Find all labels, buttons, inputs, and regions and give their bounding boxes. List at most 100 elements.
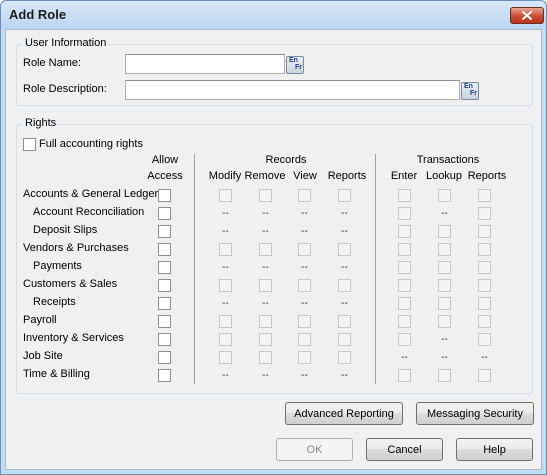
view-checkbox[interactable] — [298, 189, 311, 202]
remove-checkbox[interactable] — [259, 315, 272, 328]
transactions-reports-checkbox[interactable] — [478, 369, 491, 382]
modify-checkbox[interactable] — [219, 315, 232, 328]
lookup-checkbox[interactable] — [438, 315, 451, 328]
column-separator-transactions — [375, 154, 376, 384]
modify-checkbox[interactable] — [219, 189, 232, 202]
transactions-reports-checkbox[interactable] — [478, 243, 491, 256]
transactions-reports-checkbox[interactable] — [478, 225, 491, 238]
allow-access-checkbox[interactable] — [158, 297, 171, 310]
remove-checkbox[interactable] — [259, 189, 272, 202]
modify-checkbox[interactable] — [219, 243, 232, 256]
user-information-legend: User Information — [23, 37, 109, 49]
enter-checkbox[interactable] — [398, 189, 411, 202]
column-separator-records — [194, 154, 195, 384]
transactions-reports-checkbox[interactable] — [478, 315, 491, 328]
enter-checkbox[interactable] — [398, 225, 411, 238]
view-checkbox[interactable] — [298, 333, 311, 346]
remove-checkbox[interactable] — [259, 279, 272, 292]
lang-fr-text: Fr — [470, 90, 477, 97]
role-description-language-button[interactable]: En Fr — [461, 82, 479, 100]
lookup-checkbox[interactable] — [438, 369, 451, 382]
rights-row-label: Inventory & Services — [23, 332, 124, 344]
advanced-reporting-button[interactable]: Advanced Reporting — [285, 402, 403, 425]
modify-not-applicable: -- — [222, 226, 229, 237]
title-bar[interactable]: Add Role — [1, 1, 546, 29]
modify-not-applicable: -- — [222, 208, 229, 219]
modify-checkbox[interactable] — [219, 279, 232, 292]
view-not-applicable: -- — [301, 262, 308, 273]
view-not-applicable: -- — [301, 298, 308, 309]
view-checkbox[interactable] — [298, 315, 311, 328]
transactions-reports-checkbox[interactable] — [478, 189, 491, 202]
lookup-checkbox[interactable] — [438, 189, 451, 202]
modify-checkbox[interactable] — [219, 333, 232, 346]
rights-row-label: Deposit Slips — [33, 224, 98, 236]
lookup-checkbox[interactable] — [438, 297, 451, 310]
role-description-input[interactable] — [125, 80, 460, 100]
rights-row-label: Time & Billing — [23, 368, 90, 380]
cancel-button[interactable]: Cancel — [366, 438, 443, 461]
transactions-reports-checkbox[interactable] — [478, 333, 491, 346]
lang-fr-text: Fr — [295, 64, 302, 71]
modify-header: Modify — [208, 170, 242, 182]
role-name-input[interactable] — [125, 54, 285, 74]
records-reports-checkbox[interactable] — [338, 243, 351, 256]
help-button[interactable]: Help — [456, 438, 533, 461]
transactions-header: Transactions — [416, 154, 480, 166]
records-reports-checkbox[interactable] — [338, 351, 351, 364]
allow-access-checkbox[interactable] — [158, 225, 171, 238]
view-not-applicable: -- — [301, 370, 308, 381]
lookup-checkbox[interactable] — [438, 279, 451, 292]
enter-checkbox[interactable] — [398, 207, 411, 220]
view-checkbox[interactable] — [298, 243, 311, 256]
allow-access-checkbox[interactable] — [158, 333, 171, 346]
transactions-reports-checkbox[interactable] — [478, 297, 491, 310]
enter-checkbox[interactable] — [398, 297, 411, 310]
full-accounting-rights-checkbox[interactable] — [23, 138, 36, 151]
records-reports-checkbox[interactable] — [338, 315, 351, 328]
allow-access-checkbox[interactable] — [158, 189, 171, 202]
allow-access-checkbox[interactable] — [158, 261, 171, 274]
enter-checkbox[interactable] — [398, 243, 411, 256]
enter-checkbox[interactable] — [398, 369, 411, 382]
enter-checkbox[interactable] — [398, 279, 411, 292]
lookup-checkbox[interactable] — [438, 225, 451, 238]
allow-access-checkbox[interactable] — [158, 315, 171, 328]
remove-checkbox[interactable] — [259, 333, 272, 346]
full-accounting-rights-label: Full accounting rights — [39, 138, 143, 150]
remove-not-applicable: -- — [262, 208, 269, 219]
allow-access-checkbox[interactable] — [158, 279, 171, 292]
view-not-applicable: -- — [301, 208, 308, 219]
records-reports-checkbox[interactable] — [338, 333, 351, 346]
allow-access-checkbox[interactable] — [158, 207, 171, 220]
allow-access-checkbox[interactable] — [158, 351, 171, 364]
transactions-reports-checkbox[interactable] — [478, 207, 491, 220]
remove-checkbox[interactable] — [259, 351, 272, 364]
add-role-dialog: Add Role User Information Role Name: En … — [0, 0, 547, 475]
messaging-security-button[interactable]: Messaging Security — [416, 402, 534, 425]
role-name-label: Role Name: — [23, 57, 82, 69]
modify-not-applicable: -- — [222, 262, 229, 273]
enter-checkbox[interactable] — [398, 333, 411, 346]
view-checkbox[interactable] — [298, 351, 311, 364]
allow-access-checkbox[interactable] — [158, 243, 171, 256]
enter-checkbox[interactable] — [398, 315, 411, 328]
rights-row-label: Job Site — [23, 350, 63, 362]
enter-checkbox[interactable] — [398, 261, 411, 274]
rights-row-label: Accounts & General Ledger — [23, 188, 159, 200]
role-name-language-button[interactable]: En Fr — [286, 56, 304, 74]
records-reports-not-applicable: -- — [341, 298, 348, 309]
view-checkbox[interactable] — [298, 279, 311, 292]
records-reports-checkbox[interactable] — [338, 189, 351, 202]
transactions-reports-checkbox[interactable] — [478, 279, 491, 292]
records-reports-checkbox[interactable] — [338, 279, 351, 292]
allow-access-checkbox[interactable] — [158, 369, 171, 382]
lookup-checkbox[interactable] — [438, 261, 451, 274]
lookup-checkbox[interactable] — [438, 243, 451, 256]
modify-not-applicable: -- — [222, 370, 229, 381]
remove-checkbox[interactable] — [259, 243, 272, 256]
close-button[interactable] — [510, 7, 544, 24]
transactions-reports-checkbox[interactable] — [478, 261, 491, 274]
ok-button[interactable]: OK — [276, 438, 353, 461]
modify-checkbox[interactable] — [219, 351, 232, 364]
